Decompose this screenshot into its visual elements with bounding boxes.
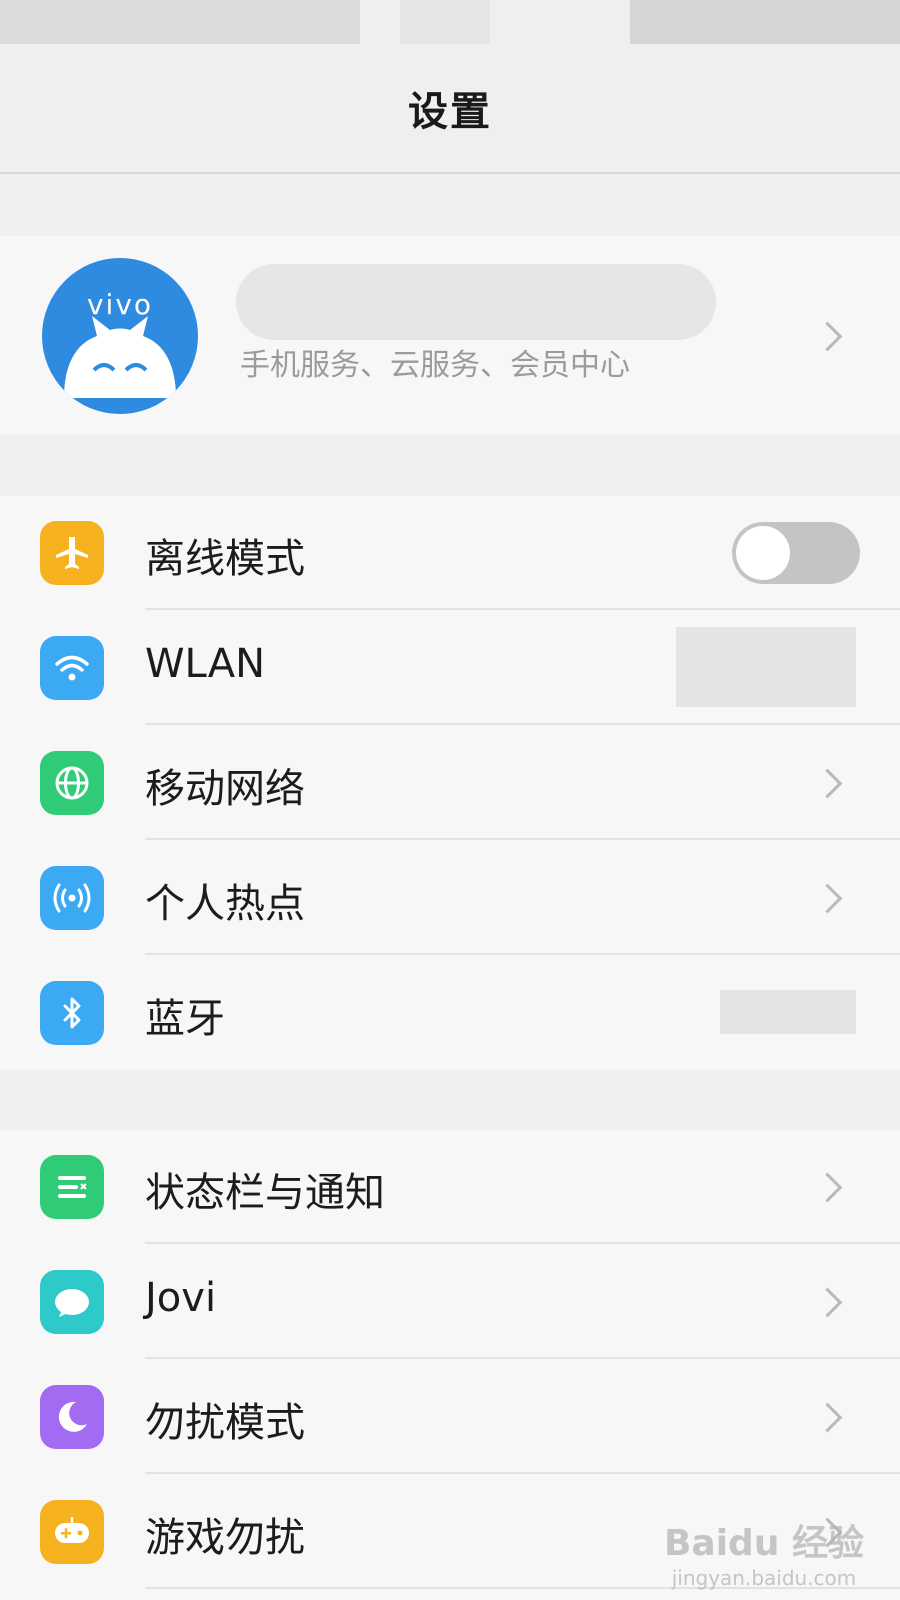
baidu-watermark: Baidu 经验 jingyan.baidu.com: [664, 1514, 864, 1590]
chevron-right-icon: [812, 1402, 843, 1433]
toggle-knob: [736, 526, 790, 580]
divider: [145, 1357, 900, 1359]
account-card[interactable]: vivo 手机服务、云服务、会员中心: [0, 236, 900, 434]
settings-row-mobile-network[interactable]: 移动网络: [0, 726, 900, 840]
settings-row-label: 游戏勿扰: [145, 1515, 305, 1561]
watermark-top: Baidu 经验: [663, 1523, 864, 1564]
divider: [145, 838, 900, 840]
watermark-bottom: jingyan.baidu.com: [671, 1566, 857, 1590]
divider: [145, 608, 900, 610]
offline-mode-toggle[interactable]: [732, 522, 860, 584]
bluetooth-value-masked: [720, 990, 856, 1034]
settings-row-label: WLAN: [145, 641, 266, 687]
chevron-right-icon: [812, 1172, 843, 1203]
settings-row-personal-hotspot[interactable]: 个人热点: [0, 841, 900, 955]
settings-row-do-not-disturb[interactable]: 勿扰模式: [0, 1360, 900, 1474]
account-subtitle: 手机服务、云服务、会员中心: [240, 348, 630, 383]
settings-row-status-bar-notifications[interactable]: 状态栏与通知: [0, 1130, 900, 1244]
settings-row-label: Jovi: [145, 1275, 217, 1321]
avatar: vivo: [42, 258, 198, 414]
chevron-right-icon: [812, 321, 843, 352]
divider: [145, 723, 900, 725]
bluetooth-icon: [40, 981, 104, 1045]
notification-list-icon: [40, 1155, 104, 1219]
status-bar-masked: [630, 0, 900, 44]
settings-row-label: 蓝牙: [145, 996, 225, 1042]
divider: [145, 1242, 900, 1244]
wlan-value-masked: [676, 627, 856, 707]
status-bar-masked: [0, 0, 360, 44]
moon-icon: [40, 1385, 104, 1449]
gamepad-icon: [40, 1500, 104, 1564]
divider: [145, 1472, 900, 1474]
mascot-icon: [64, 316, 176, 398]
title-bar: 设置: [0, 44, 900, 174]
page-title: 设置: [408, 89, 492, 135]
status-bar-masked: [400, 0, 490, 44]
chevron-right-icon: [812, 1287, 843, 1318]
settings-row-label: 勿扰模式: [145, 1400, 305, 1446]
globe-icon: [40, 751, 104, 815]
divider: [145, 953, 900, 955]
settings-group-connectivity: 离线模式 WLAN 移动网络 个人热点 蓝牙: [0, 496, 900, 1070]
chevron-right-icon: [812, 883, 843, 914]
airplane-icon: [40, 521, 104, 585]
status-bar: [0, 0, 900, 44]
settings-row-label: 移动网络: [145, 766, 305, 812]
settings-row-label: 离线模式: [145, 536, 305, 582]
settings-row-wlan[interactable]: WLAN: [0, 611, 900, 725]
hotspot-icon: [40, 866, 104, 930]
settings-row-jovi[interactable]: Jovi: [0, 1245, 900, 1359]
settings-row-offline-mode[interactable]: 离线模式: [0, 496, 900, 610]
settings-row-bluetooth[interactable]: 蓝牙: [0, 956, 900, 1070]
settings-row-label: 个人热点: [145, 881, 305, 927]
wifi-icon: [40, 636, 104, 700]
account-name-masked: [236, 264, 716, 340]
jovi-icon: [40, 1270, 104, 1334]
chevron-right-icon: [812, 768, 843, 799]
settings-row-label: 状态栏与通知: [145, 1170, 385, 1216]
